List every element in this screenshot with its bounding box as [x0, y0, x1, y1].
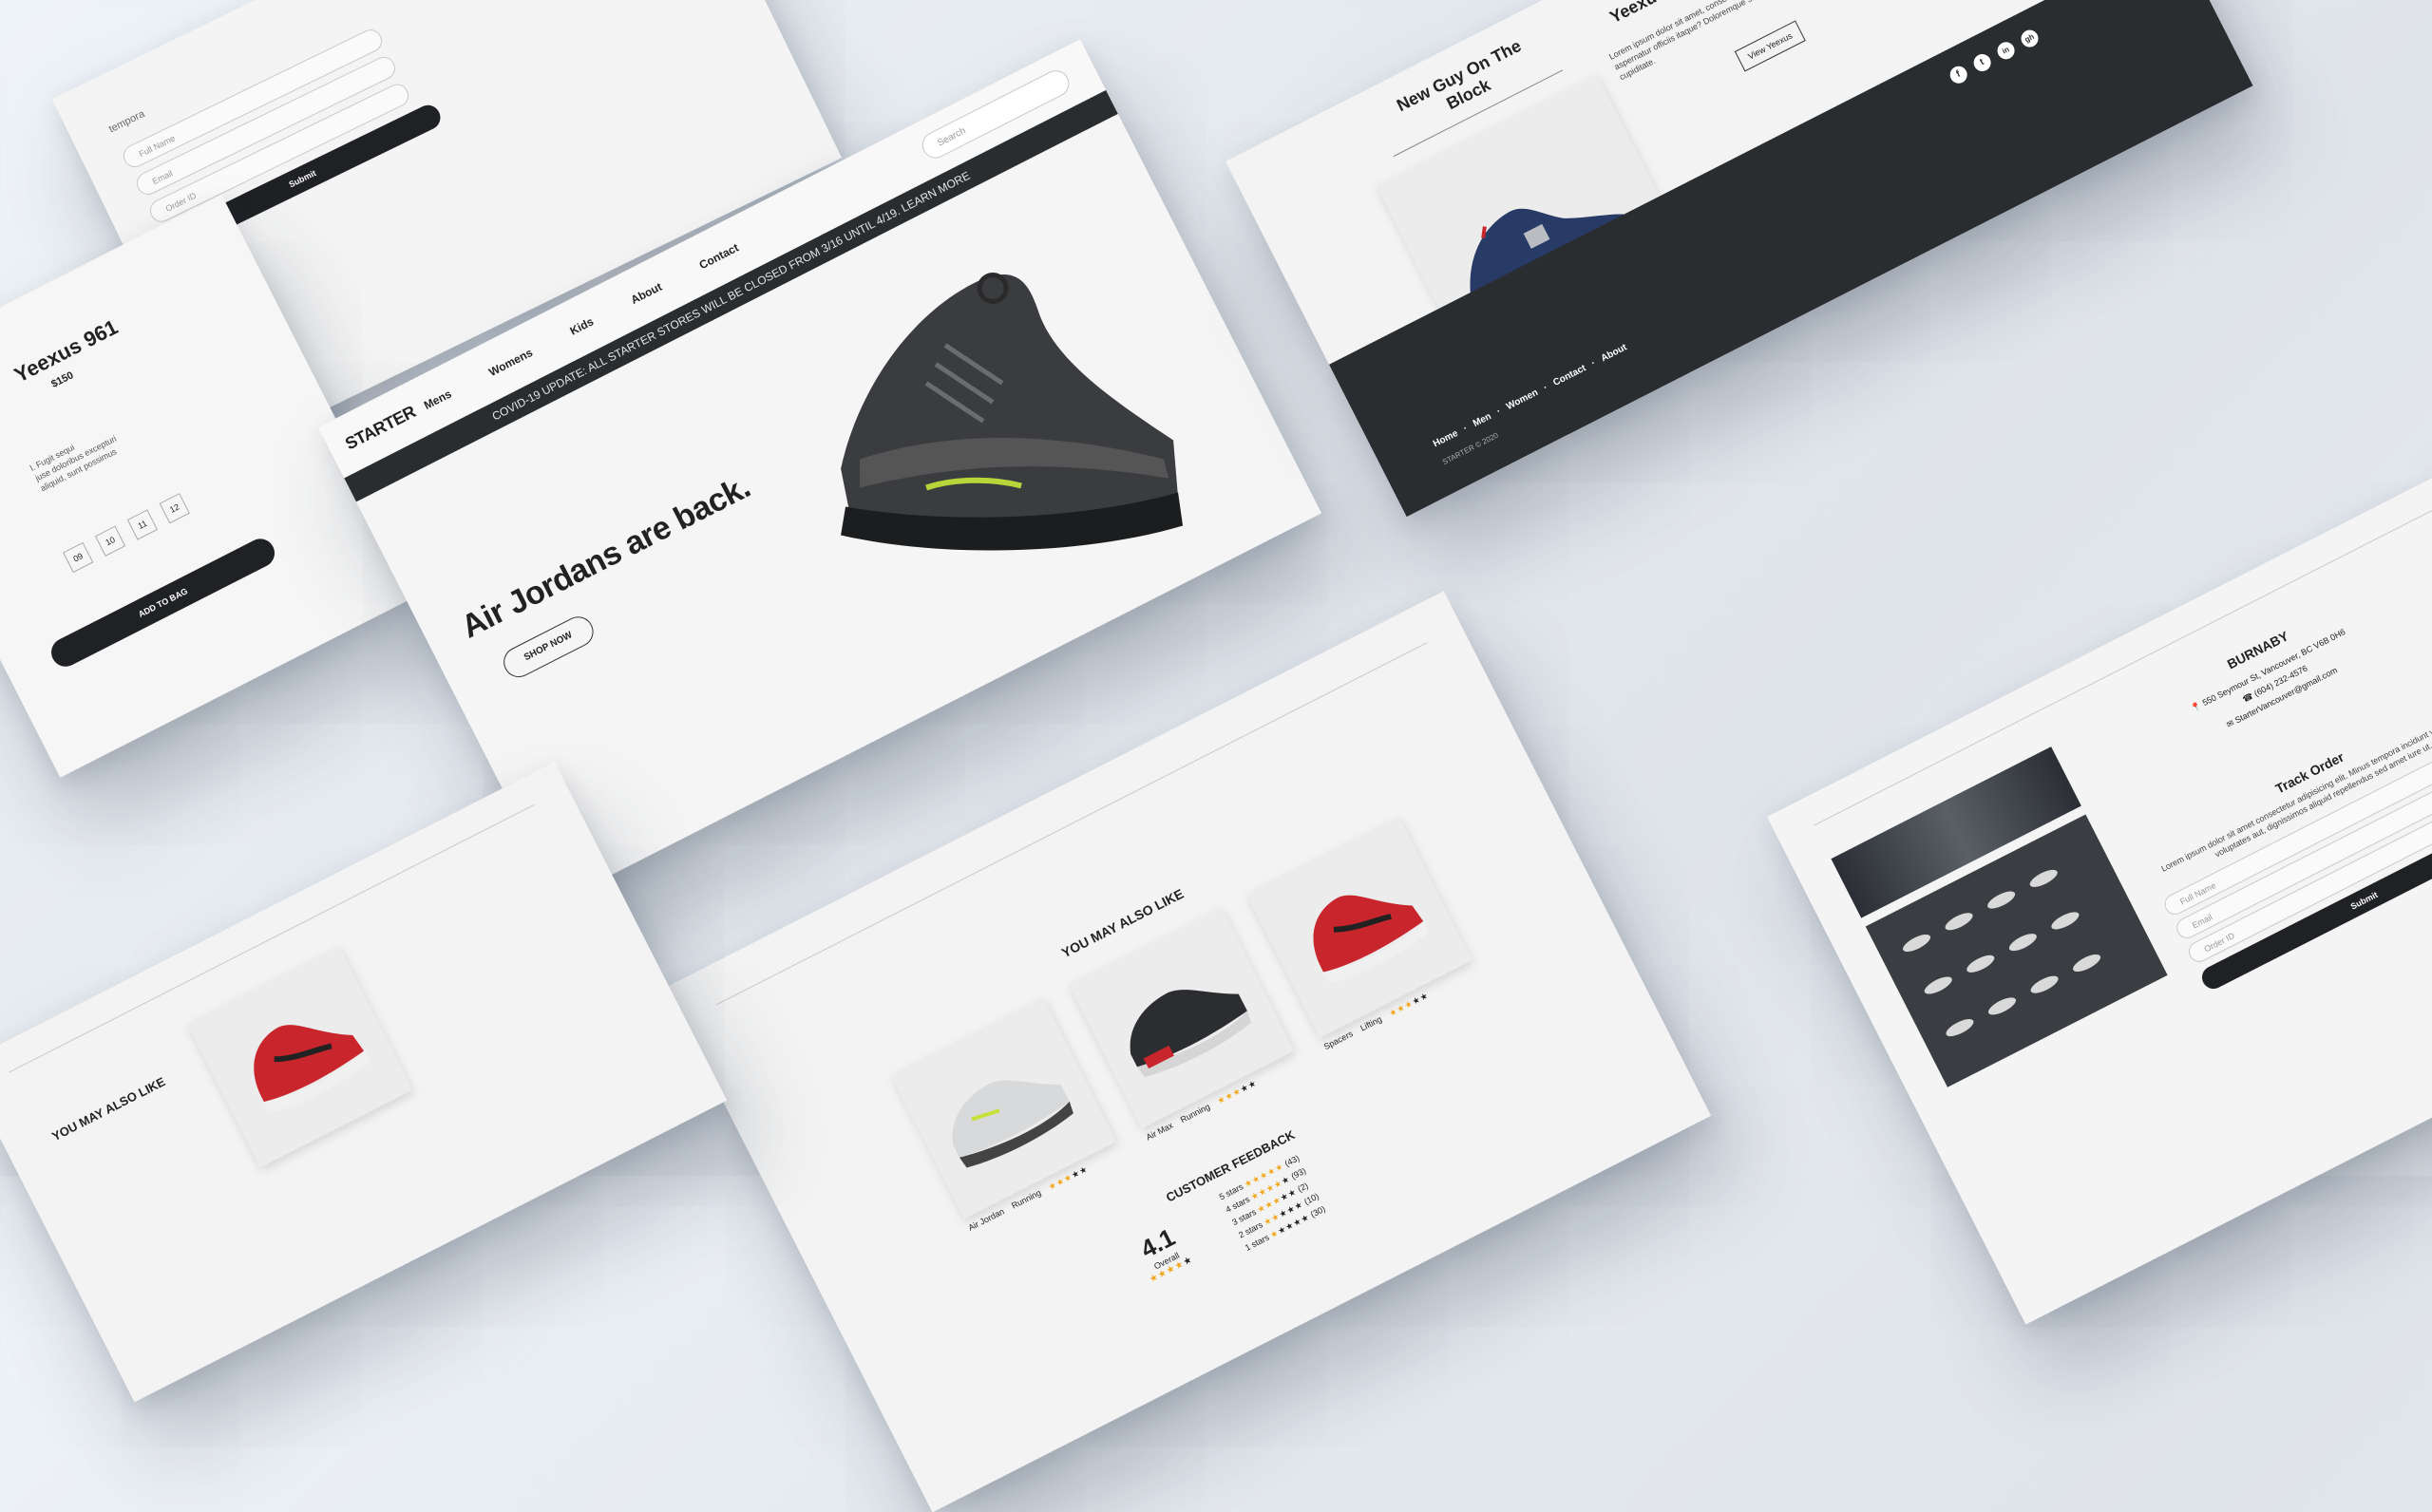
product-category: Lifting [1358, 1013, 1384, 1033]
product-description: Lorem ipsum dolor sit amet, consectetur … [1607, 0, 1850, 83]
sneaker-icon [952, 1080, 1074, 1168]
nav-mens[interactable]: Mens [422, 387, 454, 412]
footer-separator: · [1494, 406, 1503, 418]
store-card: BURNABY 📍 550 Seymour St, Vancouver, BC … [1767, 428, 2432, 1325]
list-item[interactable]: Spacers Lifting ★★★★★ [1245, 816, 1479, 1052]
facebook-icon[interactable]: f [1947, 63, 1970, 86]
size-option[interactable]: 10 [94, 525, 126, 557]
pin-icon: 📍 [2189, 700, 2203, 714]
overall-rating: 4.1 Overall ★★★★★ [1117, 1213, 1207, 1292]
size-selector: 09 10 11 12 [63, 493, 190, 574]
product-description: l. Fugit sequi juse doloribus excepturi … [28, 382, 205, 494]
sneaker-icon [1130, 990, 1252, 1078]
hero-headline: Air Jordans are back. [455, 468, 756, 646]
linkedin-icon[interactable]: in [1994, 39, 2018, 63]
list-item[interactable]: Air Jordan Running ★★★★★ [890, 997, 1124, 1233]
size-option[interactable]: 09 [63, 541, 94, 574]
product-thumb[interactable] [186, 946, 413, 1168]
row-count: (30) [1308, 1203, 1327, 1219]
footer-separator: · [1589, 358, 1598, 369]
sneaker-icon [254, 1025, 370, 1113]
store-info: BURNABY 📍 550 Seymour St, Vancouver, BC … [2153, 592, 2387, 756]
footer-separator: · [1542, 382, 1550, 394]
twitter-icon[interactable]: t [1970, 50, 1994, 75]
footer-nav: Home · Men · Women · Contact · About [1432, 342, 1628, 449]
recommendations-title: YOU MAY ALSO LIKE [49, 1074, 168, 1144]
view-product-button[interactable]: View Yeexus [1734, 20, 1806, 72]
github-icon[interactable]: gh [2018, 27, 2042, 50]
footer-link-women[interactable]: Women [1505, 387, 1540, 412]
footer-link-contact[interactable]: Contact [1551, 363, 1587, 388]
nav-kids[interactable]: Kids [568, 314, 597, 337]
size-option[interactable]: 11 [126, 509, 159, 540]
footer-link-about[interactable]: About [1600, 342, 1629, 364]
nav-about[interactable]: About [629, 280, 664, 307]
recommendation-list: Air Jordan Running ★★★★★ Air Max Running [890, 816, 1480, 1234]
footer-link-home[interactable]: Home [1432, 428, 1460, 449]
social-links: f t in gh [1947, 27, 2042, 86]
nav-contact[interactable]: Contact [697, 241, 741, 273]
sneaker-icon [1313, 895, 1430, 984]
footer-link-men[interactable]: Men [1472, 411, 1493, 429]
footer-separator: · [1461, 423, 1470, 435]
new-arrival-card: New Guy On The Block Yeexus 92 Lorem ips… [1226, 0, 2253, 518]
nav-womens[interactable]: Womens [486, 346, 535, 379]
row-count: (2) [1296, 1181, 1310, 1195]
list-item[interactable]: Air Max Running ★★★★★ [1068, 907, 1302, 1143]
product-price: $150 [49, 369, 76, 390]
showcase-stage: tempora Full Name Email Order ID Submit … [0, 0, 2432, 1512]
size-option[interactable]: 12 [159, 493, 190, 524]
